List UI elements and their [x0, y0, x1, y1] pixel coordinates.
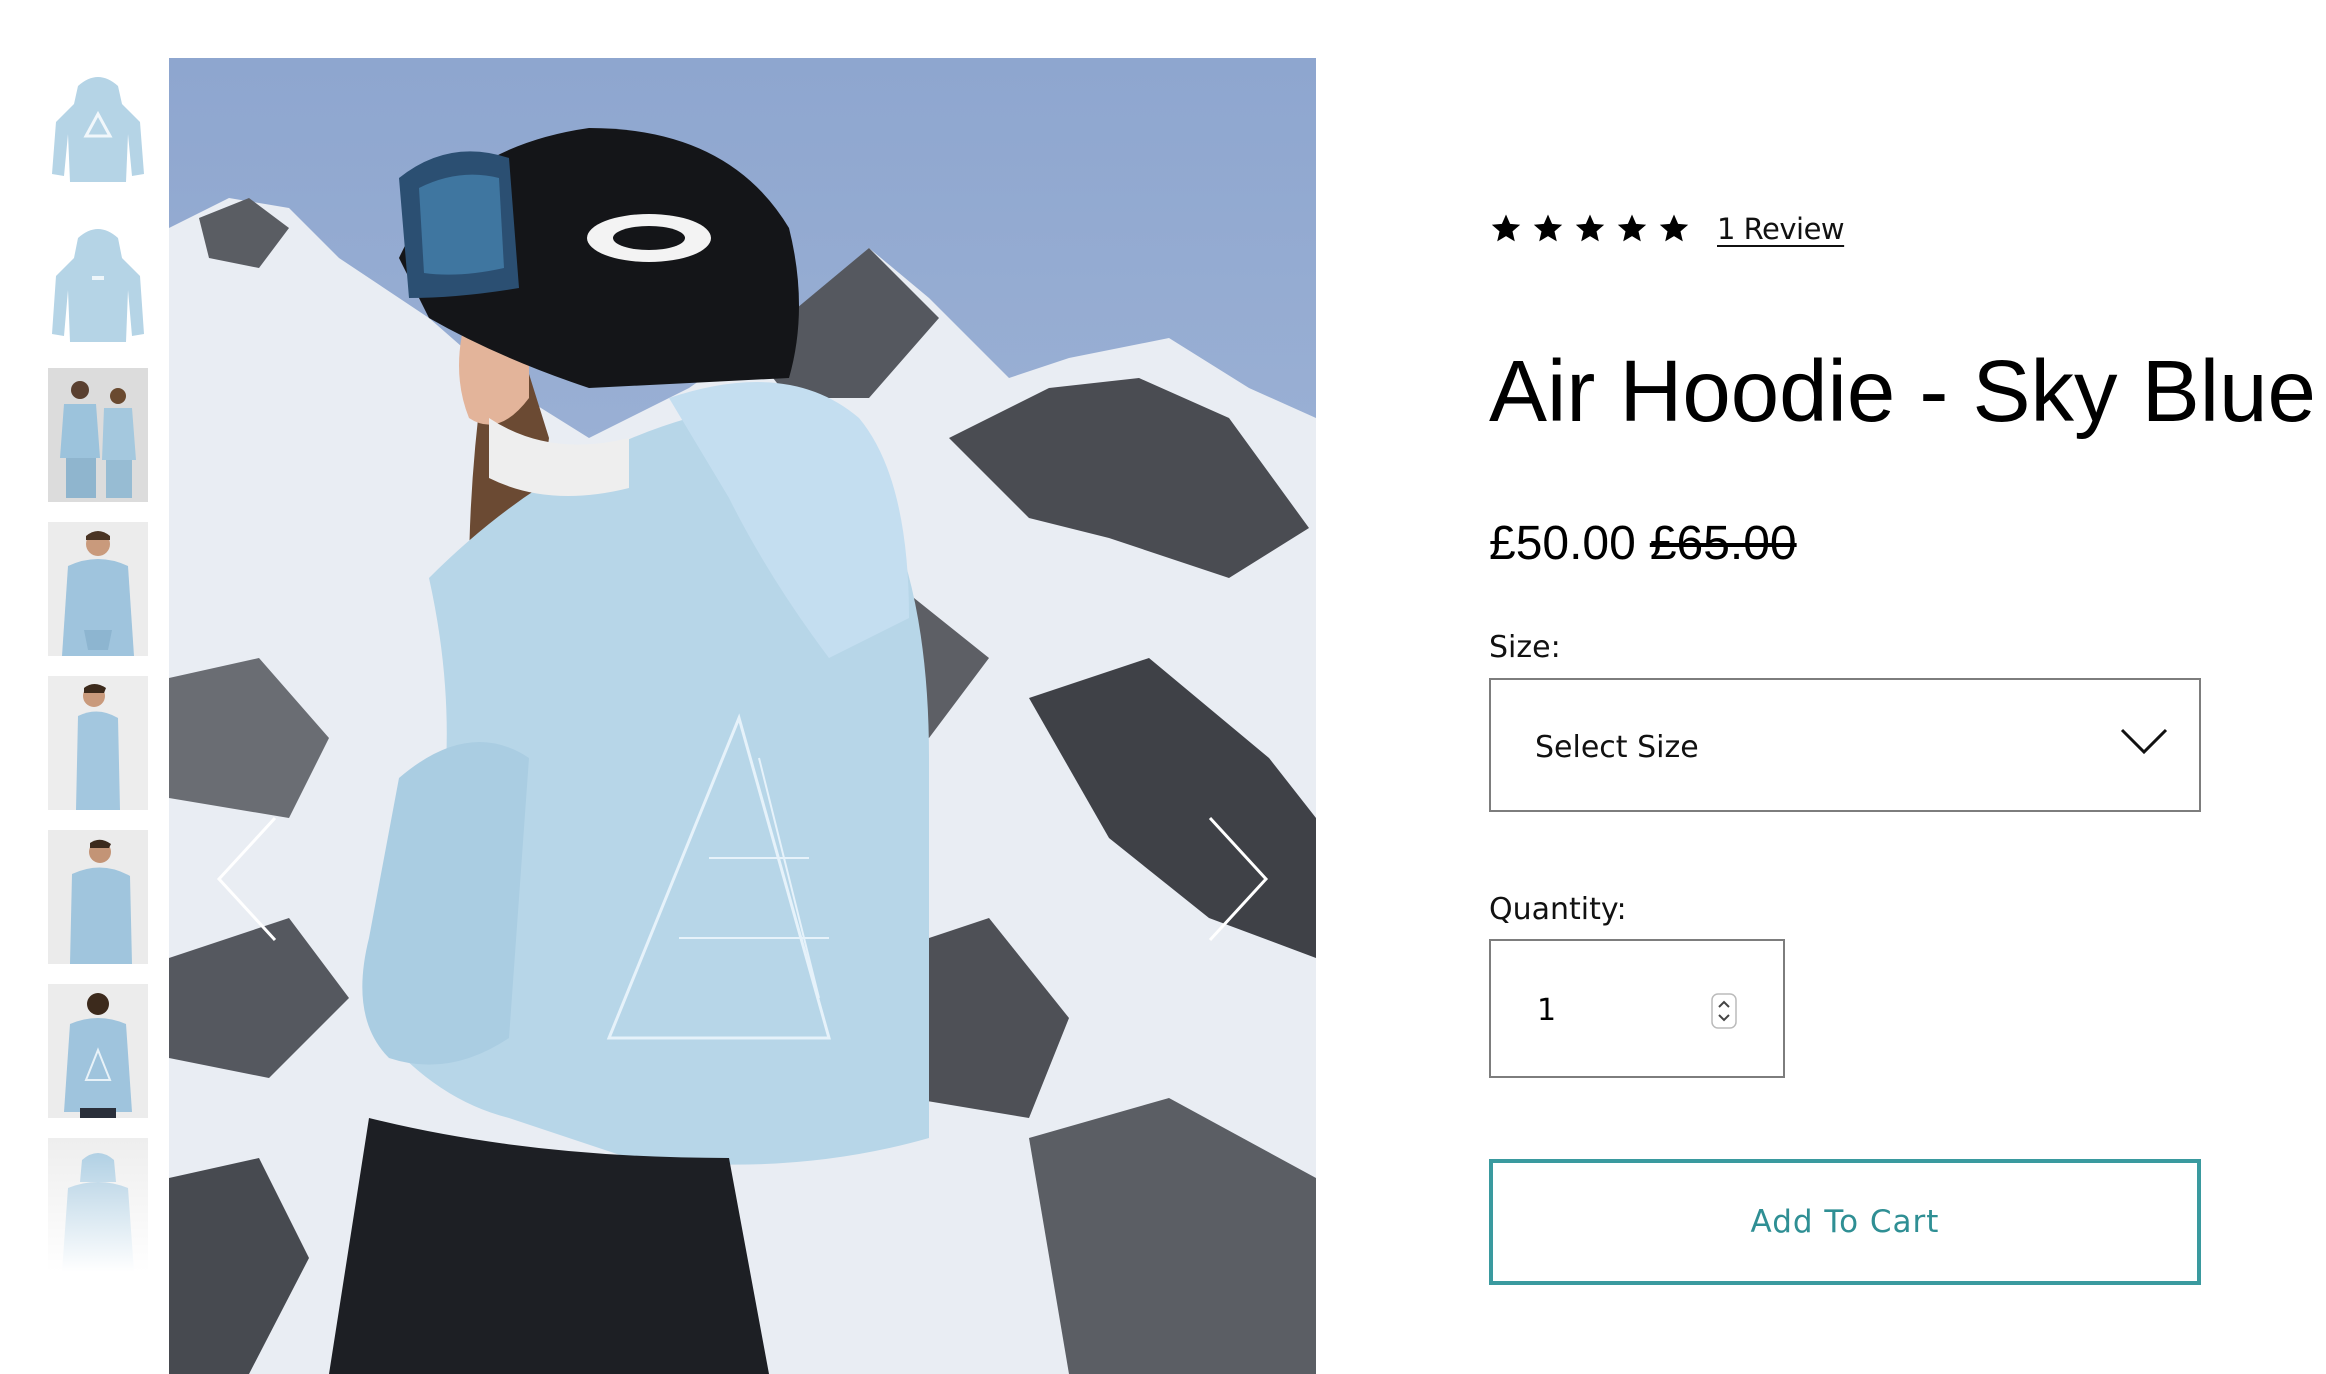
thumbnail-model-side[interactable]: [48, 676, 148, 810]
star-icon: [1491, 214, 1521, 242]
quantity-input[interactable]: 1: [1489, 939, 1785, 1078]
previous-image-arrow[interactable]: [211, 814, 291, 944]
thumbnail-two-models[interactable]: [48, 368, 148, 502]
original-price: £65.00: [1649, 517, 1797, 570]
chevron-down-icon: [2120, 728, 2168, 755]
thumbnail-hoodie-front[interactable]: [48, 64, 148, 198]
thumbnail-hoodie-back[interactable]: [48, 218, 148, 352]
thumbnail-model-hood-up[interactable]: [48, 1138, 148, 1272]
star-icon: [1575, 214, 1605, 242]
star-icon: [1533, 214, 1563, 242]
price: £50.00 £65.00: [1489, 516, 1797, 571]
thumbnail-model-three-quarter[interactable]: [48, 830, 148, 964]
quantity-label: Quantity:: [1489, 892, 1627, 927]
star-icon: [1617, 214, 1647, 242]
next-image-arrow[interactable]: [1194, 814, 1274, 944]
thumbnail-model-back[interactable]: [48, 984, 148, 1118]
quantity-value: 1: [1537, 993, 1557, 1028]
size-select-value: Select Size: [1535, 730, 1699, 765]
star-rating: [1489, 212, 1691, 246]
size-label: Size:: [1489, 630, 1561, 665]
add-to-cart-button[interactable]: Add To Cart: [1489, 1159, 2201, 1285]
main-product-image: [169, 58, 1316, 1374]
thumbnail-model-front[interactable]: [48, 522, 148, 656]
star-icon: [1659, 214, 1689, 242]
quantity-stepper[interactable]: [1711, 993, 1737, 1029]
product-title: Air Hoodie - Sky Blue: [1489, 343, 2316, 440]
reviews-link[interactable]: 1 Review: [1717, 212, 1845, 246]
rating: 1 Review: [1489, 212, 1845, 246]
current-price: £50.00: [1489, 517, 1636, 570]
size-select[interactable]: Select Size: [1489, 678, 2201, 812]
